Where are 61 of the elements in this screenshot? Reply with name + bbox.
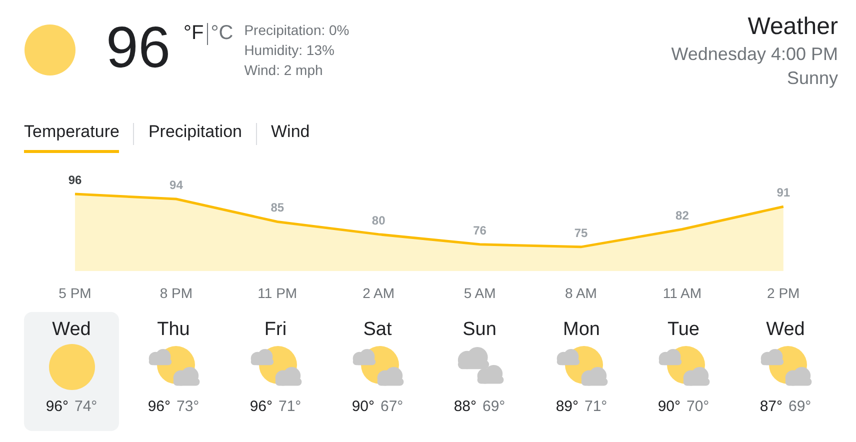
day-name: Wed: [52, 318, 91, 342]
weather-detail: Wind: 2 mph: [244, 61, 324, 80]
day-forecast[interactable]: Sat 90° 67°: [330, 312, 425, 431]
high-temperature: 89°: [556, 398, 578, 415]
unit-toggle[interactable]: °C: [208, 22, 236, 45]
high-temperature: 96°: [148, 398, 170, 415]
hour-label: 2 PM: [767, 285, 800, 301]
day-name: Sun: [462, 318, 496, 342]
low-temperature: 71°: [584, 398, 608, 415]
high-temperature: 96°: [46, 398, 68, 415]
high-temperature: 90°: [658, 398, 680, 415]
day-name: Fri: [264, 318, 287, 342]
weather-detail: Humidity: 13%: [244, 41, 336, 60]
high-temperature: 96°: [250, 398, 272, 415]
weather-title: Weather: [748, 12, 838, 42]
low-temperature: 73°: [176, 398, 200, 415]
hour-label: 5 PM: [58, 285, 92, 301]
day-name: Mon: [563, 318, 600, 342]
day-name: Tue: [667, 318, 700, 342]
temperature-label: 82: [676, 208, 689, 222]
low-temperature: 70°: [686, 398, 710, 415]
low-temperature: 69°: [482, 398, 506, 415]
day-name: Sat: [363, 318, 392, 342]
day-forecast[interactable]: Wed 87° 69°: [738, 312, 833, 431]
day-name: Wed: [766, 318, 805, 342]
high-temperature: 87°: [760, 398, 782, 415]
sun-icon: [24, 24, 76, 76]
day-forecast[interactable]: Thu 96° 73°: [126, 312, 221, 431]
date-time: Wednesday 4:00 PM: [671, 43, 838, 66]
hour-label: 8 AM: [565, 285, 597, 301]
day-forecast[interactable]: Mon 89° 71°: [534, 312, 629, 431]
current-temperature: 96: [106, 16, 171, 80]
chart-tab[interactable]: Temperature: [24, 116, 120, 152]
temperature-label: 85: [270, 200, 284, 215]
temperature-label: 76: [473, 223, 486, 238]
temperature-label: 80: [372, 213, 386, 228]
low-temperature: 71°: [278, 398, 302, 415]
condition-text: Sunny: [786, 67, 838, 90]
hour-label: 11 AM: [662, 285, 702, 301]
unit-toggle[interactable]: °F: [180, 22, 207, 45]
low-temperature: 67°: [380, 398, 404, 415]
temperature-label: 94: [170, 178, 183, 192]
temperature-label: 91: [776, 186, 790, 200]
high-temperature: 88°: [454, 398, 476, 415]
hour-label: 11 PM: [258, 285, 298, 301]
low-temperature: 74°: [74, 398, 98, 415]
chart-tab[interactable]: Wind: [271, 116, 310, 152]
hour-label: 5 AM: [464, 285, 496, 301]
day-name: Thu: [157, 318, 190, 342]
day-forecast[interactable]: Sun 88° 69°: [432, 312, 527, 431]
day-forecast[interactable]: Tue 90° 70°: [636, 312, 731, 431]
weather-detail: Precipitation: 0%: [244, 21, 350, 40]
temperature-label: 75: [574, 226, 588, 240]
low-temperature: 69°: [788, 398, 812, 415]
hour-label: 8 PM: [160, 285, 193, 301]
day-forecast[interactable]: Wed 96° 74°: [24, 312, 119, 431]
high-temperature: 90°: [352, 398, 374, 415]
chart-tab[interactable]: Precipitation: [148, 116, 242, 152]
hour-label: 2 AM: [362, 285, 395, 301]
day-forecast[interactable]: Fri 96° 71°: [228, 312, 323, 431]
temperature-label: 96: [68, 173, 82, 187]
